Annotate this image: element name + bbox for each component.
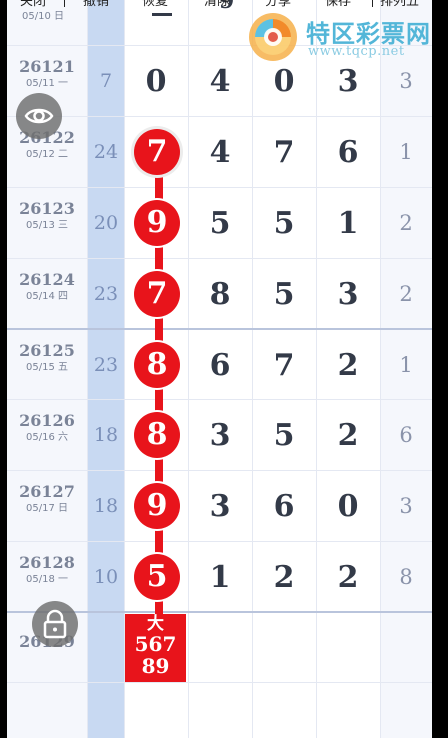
issue-date: 05/12 二: [26, 149, 68, 160]
sum-value: 24: [93, 141, 119, 163]
issue-date: 05/16 六: [26, 432, 68, 443]
trend-ball[interactable]: 7: [134, 271, 180, 317]
sum-value: 18: [93, 495, 119, 517]
sum-value: 10: [93, 566, 119, 588]
restore-button[interactable]: 恢复: [142, 0, 168, 10]
digit-5: 8: [399, 565, 413, 589]
digit-2: 3: [209, 489, 231, 524]
trend-ball[interactable]: 9: [134, 483, 180, 529]
issue-number: 26128: [19, 553, 75, 572]
digit-5: 1: [399, 140, 413, 164]
digit-2: 6: [209, 348, 231, 383]
close-button[interactable]: 关闭: [20, 0, 46, 10]
digit-3: 5: [273, 206, 295, 241]
share-button[interactable]: 分享: [265, 0, 291, 10]
issue-date: 05/18 一: [26, 574, 68, 585]
table-row[interactable]: 26127 05/17 日 18 3 6 0 3: [7, 471, 432, 542]
digit-4: 0: [337, 489, 359, 524]
lock-icon: [43, 609, 67, 639]
logo-subtitle: www.tqcp.net: [308, 44, 405, 59]
toolbar-separator: [372, 0, 373, 7]
trend-link: [155, 526, 163, 556]
trend-link: [155, 455, 163, 485]
table-row[interactable]: 26122 05/12 二 24 4 7 6 1: [7, 117, 432, 188]
digit-2: 3: [209, 418, 231, 453]
table-row[interactable]: 26123 05/13 三 20 5 5 1 2: [7, 188, 432, 259]
sum-value: 20: [93, 212, 119, 234]
trend-ball[interactable]: 8: [134, 412, 180, 458]
trend-ball[interactable]: 5: [134, 554, 180, 600]
issue-number: 26124: [19, 270, 75, 289]
digit-3: 7: [273, 348, 295, 383]
prediction-digits: 567: [134, 632, 177, 656]
lottery-type-button[interactable]: 排列五: [380, 0, 419, 10]
digit-2: 8: [209, 277, 231, 312]
digit-2: 5: [209, 206, 231, 241]
issue-date: 05/11 一: [26, 78, 68, 89]
digit-4: 3: [337, 277, 359, 312]
issue-date: 05/15 五: [26, 362, 68, 373]
digit-5: 6: [399, 423, 413, 447]
digit-5: 2: [399, 211, 413, 235]
issue-number: 26121: [19, 57, 75, 76]
digit-2: 4: [209, 64, 231, 99]
sum-value: 23: [93, 354, 119, 376]
digit-5: 1: [399, 353, 413, 377]
digit-1: 0: [145, 64, 167, 99]
trend-link: [155, 384, 163, 414]
undo-button[interactable]: 撤销: [83, 0, 109, 10]
digit-4: 2: [337, 348, 359, 383]
table-row[interactable]: 26124 05/14 四 23 8 5 3 2: [7, 259, 432, 330]
prediction-digits: 89: [141, 654, 170, 678]
trend-ball[interactable]: 9: [134, 200, 180, 246]
site-logo: 特区彩票网 www.tqcp.net: [244, 8, 444, 68]
sum-value: 23: [93, 283, 119, 305]
digit-3: 2: [273, 560, 295, 595]
sum-value: 18: [93, 424, 119, 446]
save-button[interactable]: 保存: [325, 0, 351, 10]
toolbar-separator: [64, 0, 65, 7]
table-row[interactable]: 26126 05/16 六 18 3 5 2 6: [7, 400, 432, 471]
issue-number: 26126: [19, 411, 75, 430]
issue-date: 05/17 日: [26, 503, 68, 514]
digit-3: 5: [273, 418, 295, 453]
digit-3: 5: [273, 277, 295, 312]
table-row[interactable]: 26125 05/15 五 23 6 7 2 1: [7, 330, 432, 401]
digit-2: 4: [209, 135, 231, 170]
logo-swirl-icon: [249, 13, 297, 61]
digit-5: 2: [399, 282, 413, 306]
eye-icon: [24, 108, 54, 124]
issue-number: 26123: [19, 199, 75, 218]
prediction-cell[interactable]: 大 567 89: [125, 614, 186, 682]
eye-toggle-button[interactable]: [16, 93, 62, 139]
digit-3: 6: [273, 489, 295, 524]
issue-number: 26125: [19, 341, 75, 360]
issue-date: 05/14 四: [26, 291, 68, 302]
digit-4: 2: [337, 560, 359, 595]
top-toolbar: 关闭 撤销 恢复 清除 分享 保存 排列五: [0, 0, 448, 14]
lock-button[interactable]: [32, 601, 78, 647]
issue-number: 26127: [19, 482, 75, 501]
digit-4: 1: [337, 206, 359, 241]
digit-4: 2: [337, 418, 359, 453]
trend-ball[interactable]: 7: [134, 129, 180, 175]
prediction-size: 大: [147, 614, 164, 634]
trend-link: [155, 242, 163, 272]
digit-3: 7: [273, 135, 295, 170]
digit-2: 1: [209, 560, 231, 595]
digit-5: 3: [399, 494, 413, 518]
issue-date: 05/13 三: [26, 220, 68, 231]
sum-value: 7: [99, 70, 113, 92]
clear-button[interactable]: 清除: [204, 0, 230, 10]
trend-ball[interactable]: 8: [134, 342, 180, 388]
digit-4: 6: [337, 135, 359, 170]
